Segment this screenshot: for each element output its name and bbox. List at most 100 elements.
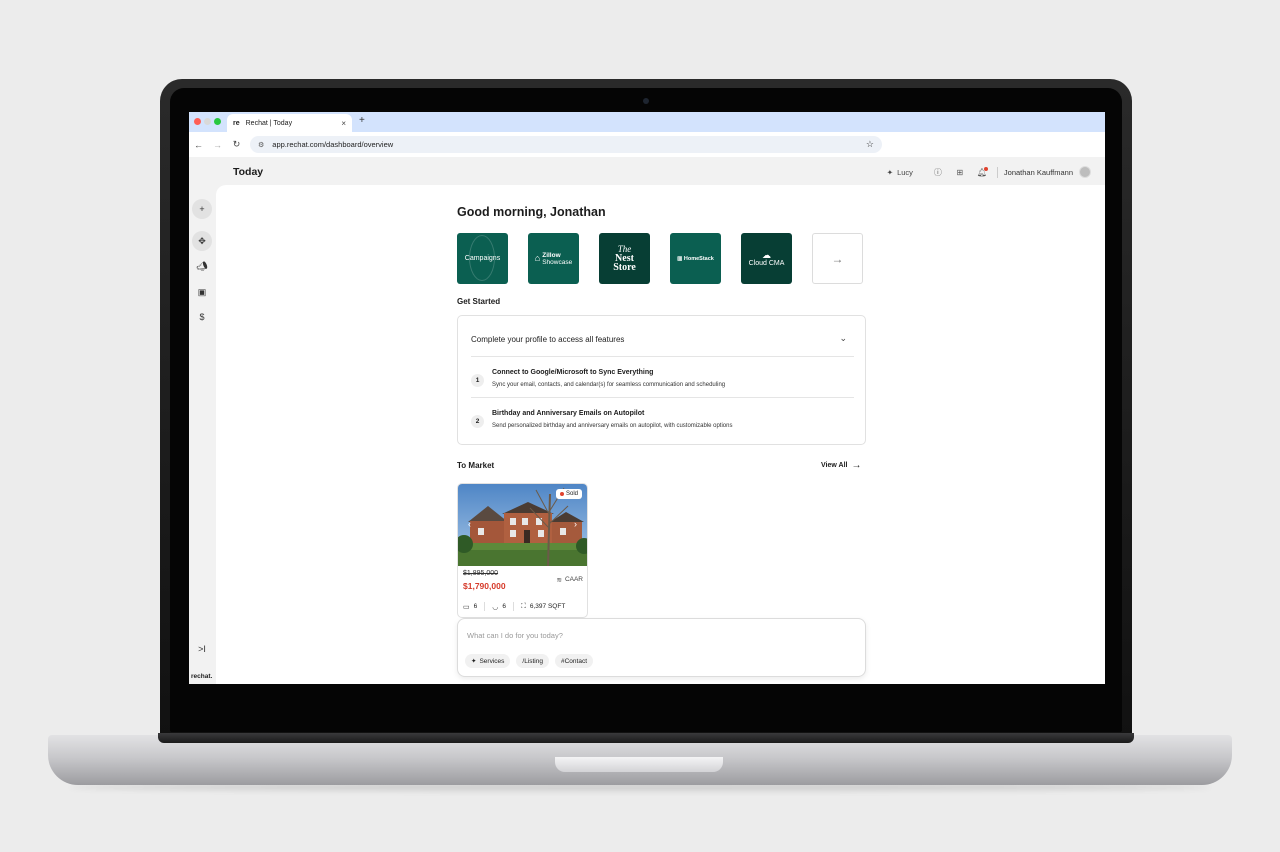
cloud-cma-logo: ☁︎ Cloud CMA <box>748 249 785 267</box>
step-title: Birthday and Anniversary Emails on Autop… <box>492 410 645 417</box>
stat-divider <box>512 602 514 611</box>
sidebar-item-dashboard[interactable]: ✥ <box>192 231 212 251</box>
sidebar-item-deals[interactable]: $ <box>192 307 212 327</box>
swirl-decoration <box>469 235 495 281</box>
window-close-icon[interactable] <box>194 118 201 125</box>
chip-listing[interactable]: /Listing <box>516 654 549 668</box>
app-tile-label: Cloud CMA <box>748 259 785 267</box>
app-tile-cloud-cma[interactable]: ☁︎ Cloud CMA <box>741 233 792 284</box>
beds-value: 6 <box>473 603 478 610</box>
step-number: 1 <box>471 374 484 387</box>
app-tile-zillow-showcase[interactable]: ⌂ Zillow Showcase <box>528 233 579 284</box>
database-icon: ≋ <box>556 577 562 584</box>
tab-title: Rechat | Today <box>245 119 293 127</box>
divider <box>471 397 854 398</box>
camera-icon <box>643 98 649 104</box>
gift-icon[interactable]: ⊞ <box>949 168 971 177</box>
get-started-card-heading[interactable]: Complete your profile to access all feat… <box>471 335 624 344</box>
status-label: Sold <box>565 491 578 497</box>
view-all-label: View All <box>821 462 848 469</box>
nest-store-logo: The Nest Store <box>613 245 636 273</box>
step-title: Connect to Google/Microsoft to Sync Ever… <box>492 369 654 376</box>
help-icon[interactable]: ⓘ <box>927 167 949 178</box>
zillow-house-icon: ⌂ <box>534 253 541 263</box>
window-minimize-icon[interactable] <box>204 118 211 125</box>
assistant-label: Lucy <box>897 167 913 177</box>
notification-dot <box>983 166 988 171</box>
app-tile-sublabel: Showcase <box>542 258 573 266</box>
megaphone-icon: 📣︎ <box>196 260 208 271</box>
back-arrow-icon[interactable]: ← <box>189 140 208 150</box>
reload-icon[interactable]: ↻ <box>227 139 246 150</box>
homestack-logo: ▥ HomeStack <box>677 256 714 262</box>
app-tile-homestack[interactable]: ▥ HomeStack <box>670 233 721 284</box>
properties-icon: ▣ <box>197 286 207 297</box>
step-description: Sync your email, contacts, and calendar(… <box>492 382 726 388</box>
address-bar[interactable]: ⚙ app.rechat.com/dashboard/overview ☆ <box>250 136 882 153</box>
get-started-heading: Get Started <box>457 297 501 306</box>
chip-label: Services <box>479 657 505 665</box>
sold-price: $1,790,000 <box>463 581 506 591</box>
laptop-screen: re Rechat | Today × + ← → ↻ ⚙ app.rechat… <box>189 112 1105 684</box>
sidebar-item-properties[interactable]: ▣ <box>192 282 212 302</box>
chevron-down-icon[interactable]: ⌄ <box>839 333 847 344</box>
forward-arrow-icon[interactable]: → <box>208 140 227 150</box>
bookmark-star-icon[interactable]: ☆ <box>866 139 874 150</box>
assistant-button[interactable]: ✦ Lucy <box>887 168 913 177</box>
stat-divider <box>484 602 486 611</box>
sidebar-item-marketing[interactable]: 📣︎ <box>192 256 212 276</box>
navigation-icon: ✥ <box>198 235 206 246</box>
bell-icon[interactable]: 🔔︎ <box>971 166 993 177</box>
listing-card[interactable]: Sold ‹ › $1,895,000 $1,790,000 ≋ CAAR ▭ … <box>457 483 588 618</box>
step-description: Send personalized birthday and anniversa… <box>492 423 733 429</box>
address-url[interactable]: app.rechat.com/dashboard/overview <box>272 140 866 149</box>
laptop-notch <box>555 757 723 772</box>
topbar-actions: ✦ Lucy ⓘ ⊞ 🔔︎ Jonathan Kauffmann <box>887 166 1091 178</box>
app-tile-label: HomeStack <box>683 255 714 262</box>
sqft-value: 6,397 SQFT <box>529 603 566 610</box>
sidebar-collapse-button[interactable]: >I <box>192 639 212 659</box>
baths-stat: ◡ 6 <box>492 603 506 611</box>
browser-toolbar: ← → ↻ ⚙ app.rechat.com/dashboard/overvie… <box>189 132 1105 157</box>
greeting-heading: Good morning, Jonathan <box>457 205 606 219</box>
user-name[interactable]: Jonathan Kauffmann <box>1004 168 1073 177</box>
browser-tabstrip: re Rechat | Today × + <box>189 112 1105 132</box>
chip-label: #Contact <box>561 657 588 665</box>
apps-next-button[interactable]: → <box>812 233 863 284</box>
listing-stats: ▭ 6 ◡ 6 ⛶ 6,397 SQFT <box>463 602 565 611</box>
app-tile-label-store: Store <box>613 262 636 273</box>
to-market-heading: To Market <box>457 461 495 470</box>
onboarding-step[interactable]: 2 Birthday and Anniversary Emails on Aut… <box>471 401 854 441</box>
app-tile-nest-store[interactable]: The Nest Store <box>599 233 650 284</box>
apps-row: Campaigns ⌂ Zillow Showcase The Nest Stor… <box>457 233 863 284</box>
rechat-logo: rechat. <box>191 673 213 680</box>
photo-prev-icon[interactable]: ‹ <box>468 519 471 529</box>
assistant-chat-box[interactable]: What can I do for you today? ✦ Services … <box>457 618 866 677</box>
onboarding-step[interactable]: 1 Connect to Google/Microsoft to Sync Ev… <box>471 360 854 400</box>
laptop-hinge <box>158 733 1134 743</box>
view-all-link[interactable]: View All → <box>821 460 861 471</box>
new-tab-button[interactable]: + <box>359 115 365 126</box>
cloud-icon: ☁︎ <box>761 249 771 260</box>
mls-source: ≋ CAAR <box>556 576 583 584</box>
baths-value: 6 <box>502 603 506 610</box>
browser-tab[interactable]: re Rechat | Today × <box>227 114 352 132</box>
tab-close-icon[interactable]: × <box>341 119 346 128</box>
area-icon: ⛶ <box>520 602 526 610</box>
photo-next-icon[interactable]: › <box>574 519 577 529</box>
get-started-card: Complete your profile to access all feat… <box>457 315 866 445</box>
chip-label: /Listing <box>522 657 543 665</box>
chip-contact[interactable]: #Contact <box>555 654 594 668</box>
app-tile-campaigns[interactable]: Campaigns <box>457 233 508 284</box>
zillow-logo: ⌂ Zillow Showcase <box>535 252 572 266</box>
window-maximize-icon[interactable] <box>214 118 221 125</box>
status-badge: Sold <box>555 489 582 499</box>
chip-services[interactable]: ✦ Services <box>465 654 511 668</box>
plus-icon: + <box>199 204 205 214</box>
homestack-icon: ▥ <box>677 255 684 262</box>
chat-input[interactable]: What can I do for you today? <box>467 631 563 640</box>
site-settings-icon[interactable]: ⚙ <box>258 141 264 149</box>
sidebar-item-create[interactable]: + <box>192 199 212 219</box>
avatar[interactable] <box>1079 166 1091 178</box>
divider <box>471 356 854 357</box>
